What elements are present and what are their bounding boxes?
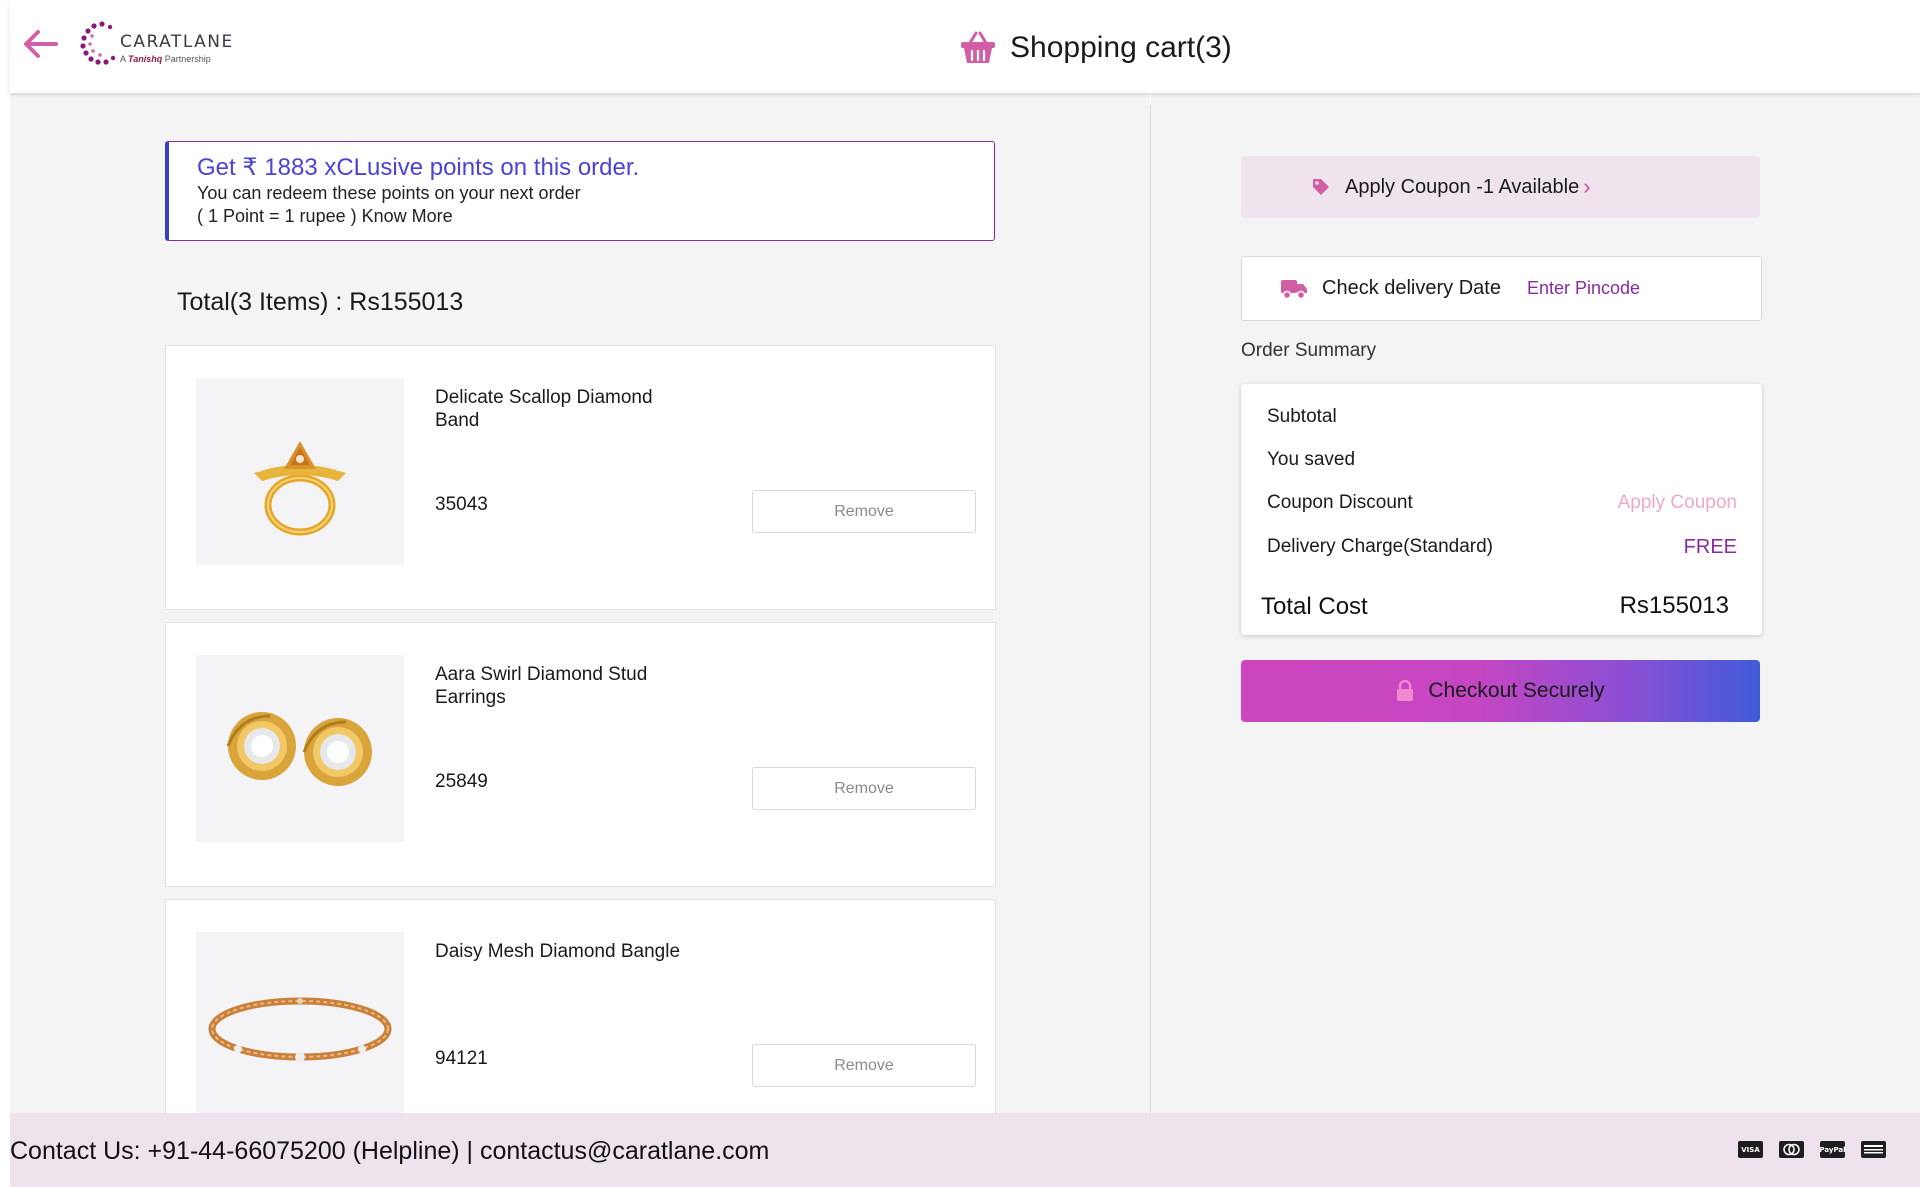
total-cost-value: Rs155013 xyxy=(1619,592,1729,619)
points-conversion-line: ( 1 Point = 1 rupee ) Know More xyxy=(197,205,994,228)
contact-info: Contact Us: +91-44-66075200 (Helpline) |… xyxy=(10,1137,770,1165)
shopping-basket-icon xyxy=(961,31,995,63)
cart-title-group: Shopping cart(3) xyxy=(960,28,1232,68)
cart-item: Delicate Scallop Diamond Band 35043 Remo… xyxy=(165,345,996,610)
back-arrow-icon[interactable] xyxy=(20,26,60,62)
delivery-charge-value: FREE xyxy=(1683,536,1737,558)
subtotal-row: Subtotal xyxy=(1267,406,1737,428)
amex-card-icon xyxy=(1861,1141,1886,1158)
remove-item-button[interactable]: Remove xyxy=(752,1044,976,1087)
apply-coupon-button[interactable]: Apply Coupon -1 Available › xyxy=(1241,156,1760,218)
subtotal-label: Subtotal xyxy=(1267,406,1337,427)
delivery-date-check: Check delivery Date Enter Pincode xyxy=(1241,256,1762,321)
item-name[interactable]: Aara Swirl Diamond Stud Earrings xyxy=(435,663,695,709)
you-saved-row: You saved xyxy=(1267,449,1737,471)
checkout-button[interactable]: Checkout Securely xyxy=(1241,660,1760,722)
earrings-icon[interactable] xyxy=(196,655,404,842)
bangle-icon[interactable] xyxy=(196,932,404,1119)
mastercard-icon xyxy=(1779,1141,1804,1158)
truck-icon xyxy=(1281,279,1307,299)
apply-coupon-label: Apply Coupon -1 Available xyxy=(1345,175,1580,198)
ring-icon[interactable] xyxy=(196,378,404,565)
lock-icon xyxy=(1397,680,1414,701)
delivery-charge-label: Delivery Charge(Standard) xyxy=(1267,536,1493,557)
points-title: Get ₹ 1883 xCLusive points on this order… xyxy=(197,154,640,181)
item-name[interactable]: Delicate Scallop Diamond Band xyxy=(435,386,695,432)
you-saved-label: You saved xyxy=(1267,449,1356,470)
chevron-right-icon: › xyxy=(1583,174,1591,199)
xclusive-points-banner: Get ₹ 1883 xCLusive points on this order… xyxy=(165,141,995,241)
coupon-discount-row: Coupon Discount Apply Coupon xyxy=(1267,492,1737,514)
tag-icon xyxy=(1313,179,1329,195)
item-price: 25849 xyxy=(435,771,488,792)
know-more-link[interactable]: Know More xyxy=(362,206,453,226)
points-redeem-text: You can redeem these points on your next… xyxy=(197,183,581,203)
apply-coupon-link[interactable]: Apply Coupon xyxy=(1618,492,1737,514)
total-cost-label: Total Cost xyxy=(1261,593,1368,620)
enter-pincode-link[interactable]: Enter Pincode xyxy=(1527,278,1640,299)
caratlane-logo-mark-icon xyxy=(80,21,116,65)
coupon-discount-label: Coupon Discount xyxy=(1267,492,1413,513)
visa-card-icon: VISA xyxy=(1738,1141,1763,1158)
item-name[interactable]: Daisy Mesh Diamond Bangle xyxy=(435,940,695,963)
checkout-label: Checkout Securely xyxy=(1428,679,1605,702)
page-title: Shopping cart(3) xyxy=(1010,31,1232,64)
item-price: 35043 xyxy=(435,494,488,515)
caratlane-logo[interactable]: CARATLANE A Tanishq Partnership xyxy=(80,20,250,70)
points-conversion-text: ( 1 Point = 1 rupee ) xyxy=(197,206,357,226)
delivery-charge-row: Delivery Charge(Standard) FREE xyxy=(1267,536,1737,558)
paypal-icon: PayPal xyxy=(1820,1141,1845,1158)
payment-methods: VISA PayPal xyxy=(1738,1141,1886,1158)
check-delivery-label: Check delivery Date xyxy=(1322,277,1501,299)
logo-tagline: A Tanishq Partnership xyxy=(120,54,211,64)
item-price: 94121 xyxy=(435,1048,488,1069)
footer: Contact Us: +91-44-66075200 (Helpline) |… xyxy=(10,1113,1920,1187)
order-summary-card: Subtotal You saved Coupon Discount Apply… xyxy=(1241,384,1762,635)
cart-item: Aara Swirl Diamond Stud Earrings 25849 R… xyxy=(165,622,996,887)
top-header: CARATLANE A Tanishq Partnership Shopping… xyxy=(10,0,1920,93)
cart-total: Total(3 Items) : Rs155013 xyxy=(177,288,464,316)
order-summary-heading: Order Summary xyxy=(1241,340,1377,361)
remove-item-button[interactable]: Remove xyxy=(752,490,976,533)
logo-brand-name: CARATLANE xyxy=(120,32,234,52)
remove-item-button[interactable]: Remove xyxy=(752,767,976,810)
